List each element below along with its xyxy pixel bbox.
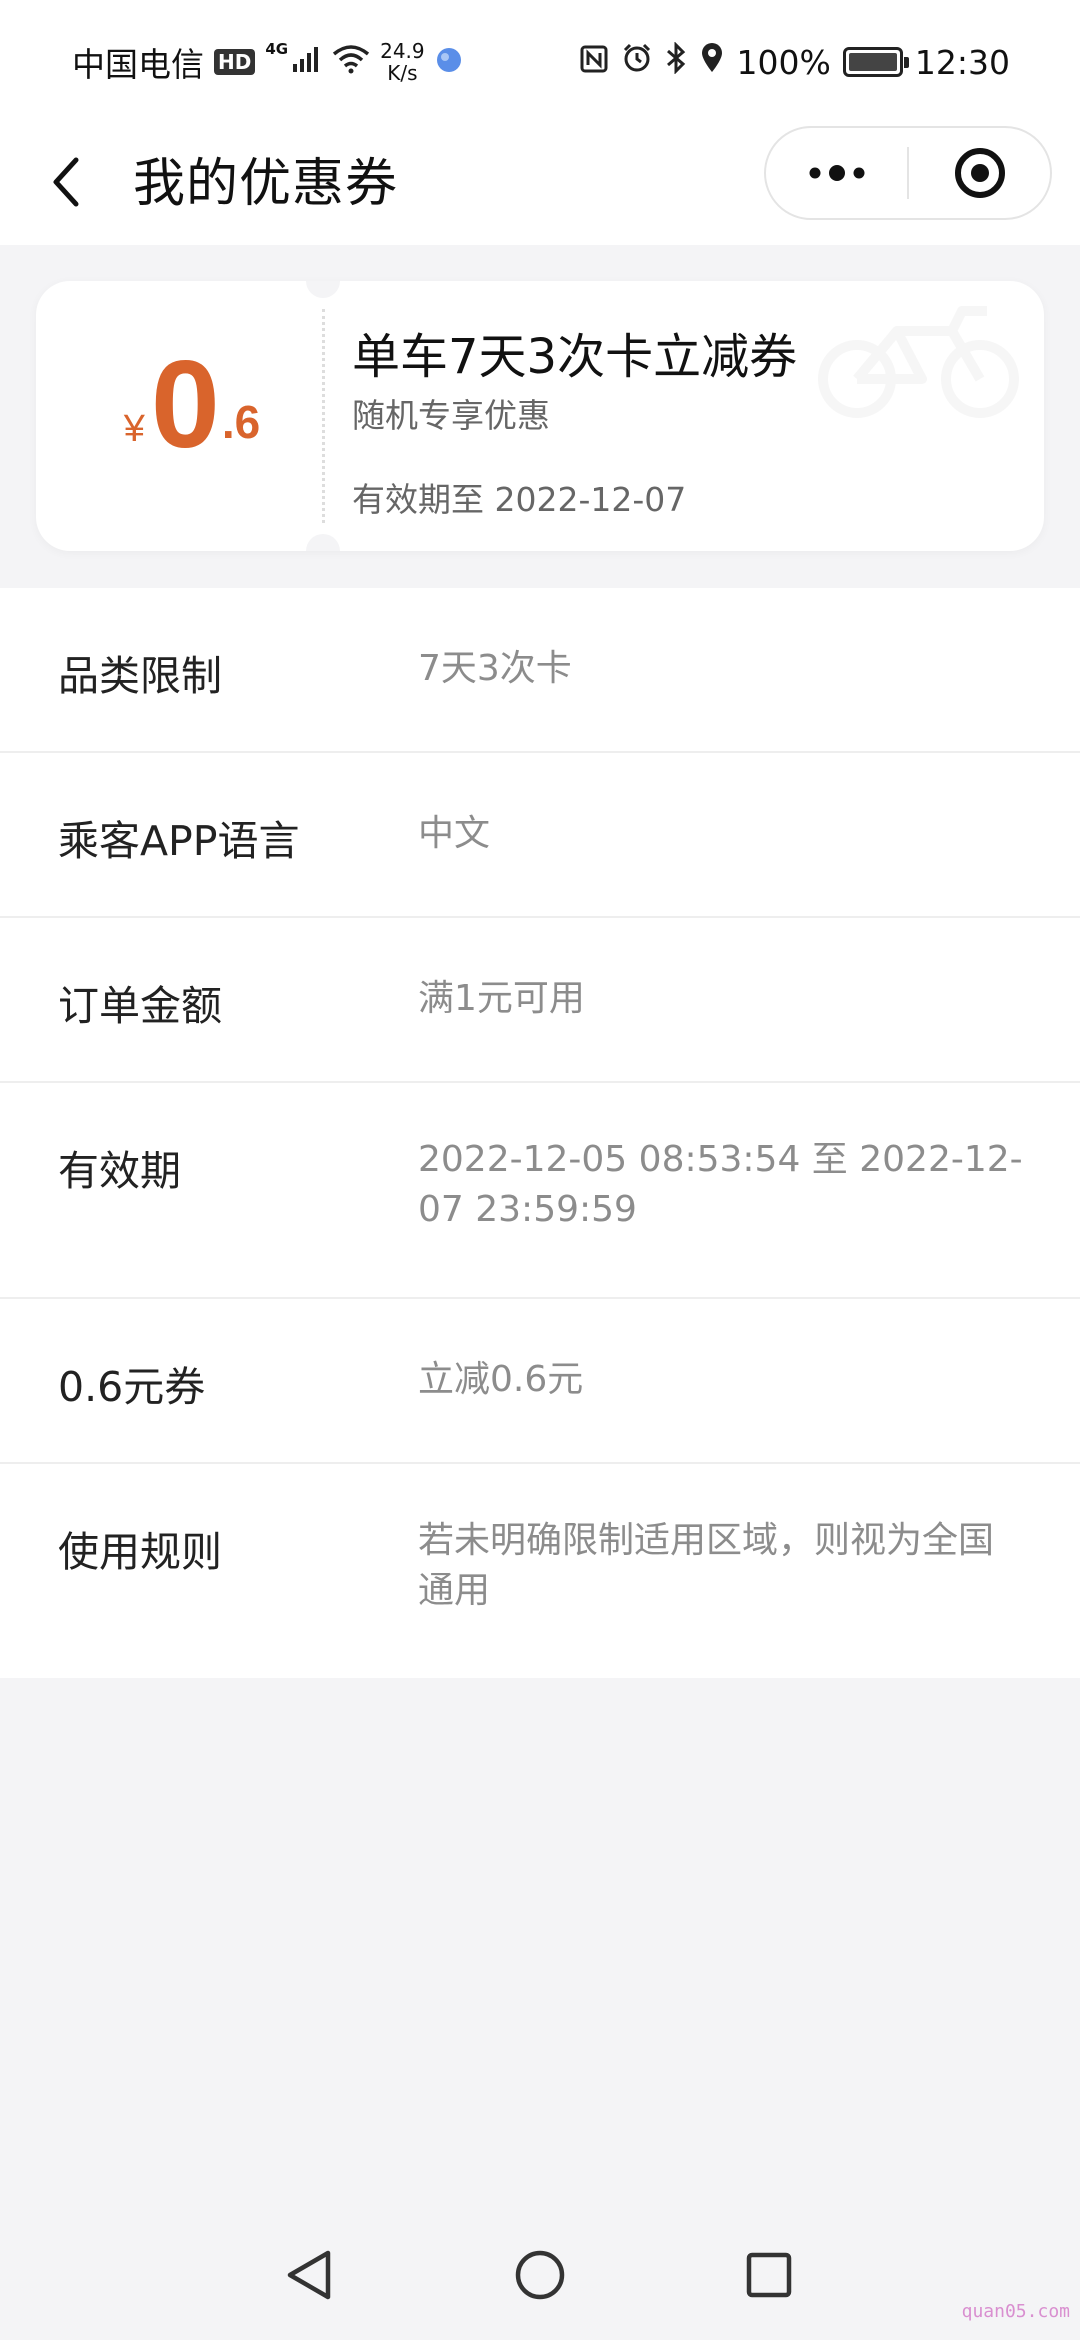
- coupon-expiry: 有效期至 2022-12-07: [352, 480, 687, 519]
- detail-row-rules: 使用规则 若未明确限制适用区域，则视为全国通用: [0, 1464, 1080, 1678]
- bicycle-icon: [818, 306, 1019, 418]
- detail-value: 7天3次卡: [418, 648, 572, 689]
- detail-value: 立减0.6元: [418, 1359, 584, 1400]
- more-dots-icon: [809, 165, 864, 181]
- signal-icon: [292, 43, 322, 82]
- triangle-back-icon: [287, 2250, 331, 2300]
- back-arrow-icon: [53, 157, 79, 207]
- close-mini-program-button[interactable]: [909, 128, 1050, 218]
- system-nav-bar: quan05.com: [0, 2210, 1080, 2340]
- target-circle-icon: [954, 148, 1005, 198]
- nav-home-button[interactable]: [505, 2240, 575, 2310]
- coupon-subtitle: 随机专享优惠: [352, 396, 550, 435]
- nav-bar: 我的优惠券: [0, 120, 1080, 245]
- coupon-notch-top: [306, 281, 340, 298]
- more-button[interactable]: [766, 128, 907, 218]
- bluetooth-icon: [665, 41, 687, 82]
- detail-value: 满1元可用: [418, 978, 585, 1019]
- location-icon: [699, 42, 725, 82]
- detail-row-language: 乘客APP语言 中文: [0, 753, 1080, 918]
- page-title: 我的优惠券: [133, 154, 399, 214]
- detail-row-validity: 有效期 2022-12-05 08:53:54 至 2022-12-07 23:…: [0, 1083, 1080, 1299]
- wifi-icon: [332, 43, 370, 82]
- detail-row-order-amount: 订单金额 满1元可用: [0, 918, 1080, 1083]
- detail-label: 订单金额: [58, 982, 222, 1030]
- nav-back-button[interactable]: [274, 2240, 344, 2310]
- carrier-name: 中国电信: [72, 45, 204, 84]
- square-recents-icon: [746, 2252, 792, 2298]
- currency-symbol: ¥: [123, 408, 145, 450]
- alarm-icon: [621, 42, 653, 82]
- status-bar: 中国电信 HD 4G 24.9 K/s 100% 12:30: [0, 0, 1080, 120]
- speed-unit: K/s: [387, 61, 418, 85]
- clock: 12:30: [914, 42, 1010, 82]
- circle-home-icon: [515, 2250, 565, 2300]
- detail-row-coupon-value: 0.6元券 立减0.6元: [0, 1299, 1080, 1464]
- network-speed: 24.9 K/s: [380, 40, 425, 84]
- detail-label: 有效期: [58, 1147, 181, 1195]
- amount-integer: 0: [150, 336, 220, 474]
- battery-icon: [842, 47, 909, 77]
- nav-recents-button[interactable]: [734, 2240, 804, 2310]
- back-button[interactable]: [36, 142, 96, 222]
- detail-label: 使用规则: [58, 1528, 222, 1576]
- detail-row-category: 品类限制 7天3次卡: [0, 588, 1080, 753]
- status-left: 中国电信 HD 4G 24.9 K/s: [72, 36, 463, 88]
- site-watermark: quan05.com: [961, 2301, 1070, 2322]
- detail-value: 中文: [418, 813, 491, 854]
- coupon-title: 单车7天3次卡立减券: [352, 329, 798, 385]
- hd-badge: HD: [214, 49, 256, 75]
- battery-percent: 100%: [736, 42, 831, 82]
- detail-value: 2022-12-05 08:53:54 至 2022-12-07 23:59:5…: [418, 1139, 1023, 1230]
- detail-label: 0.6元券: [58, 1363, 206, 1411]
- coupon-card: ¥ 0 .6 单车7天3次卡立减券 随机专享优惠 有效期至 2022-12-07: [36, 281, 1044, 551]
- coupon-area: ¥ 0 .6 单车7天3次卡立减券 随机专享优惠 有效期至 2022-12-07: [0, 245, 1080, 588]
- status-right: 100% 12:30: [579, 36, 1010, 88]
- detail-label: 品类限制: [58, 652, 222, 700]
- nfc-icon: [579, 43, 609, 82]
- coupon-amount: ¥ 0 .6: [92, 331, 292, 491]
- network-type: 4G: [265, 40, 289, 58]
- mini-program-capsule: [764, 126, 1052, 220]
- amount-decimal: .6: [221, 396, 261, 448]
- app-notification-icon: [435, 43, 463, 82]
- detail-label: 乘客APP语言: [58, 817, 300, 865]
- speed-value: 24.9: [380, 39, 425, 63]
- coupon-perforation: [322, 309, 325, 523]
- coupon-details-list: 品类限制 7天3次卡 乘客APP语言 中文 订单金额 满1元可用 有效期 202…: [0, 588, 1080, 1678]
- detail-value: 若未明确限制适用区域，则视为全国通用: [418, 1520, 995, 1611]
- coupon-notch-bottom: [306, 534, 340, 551]
